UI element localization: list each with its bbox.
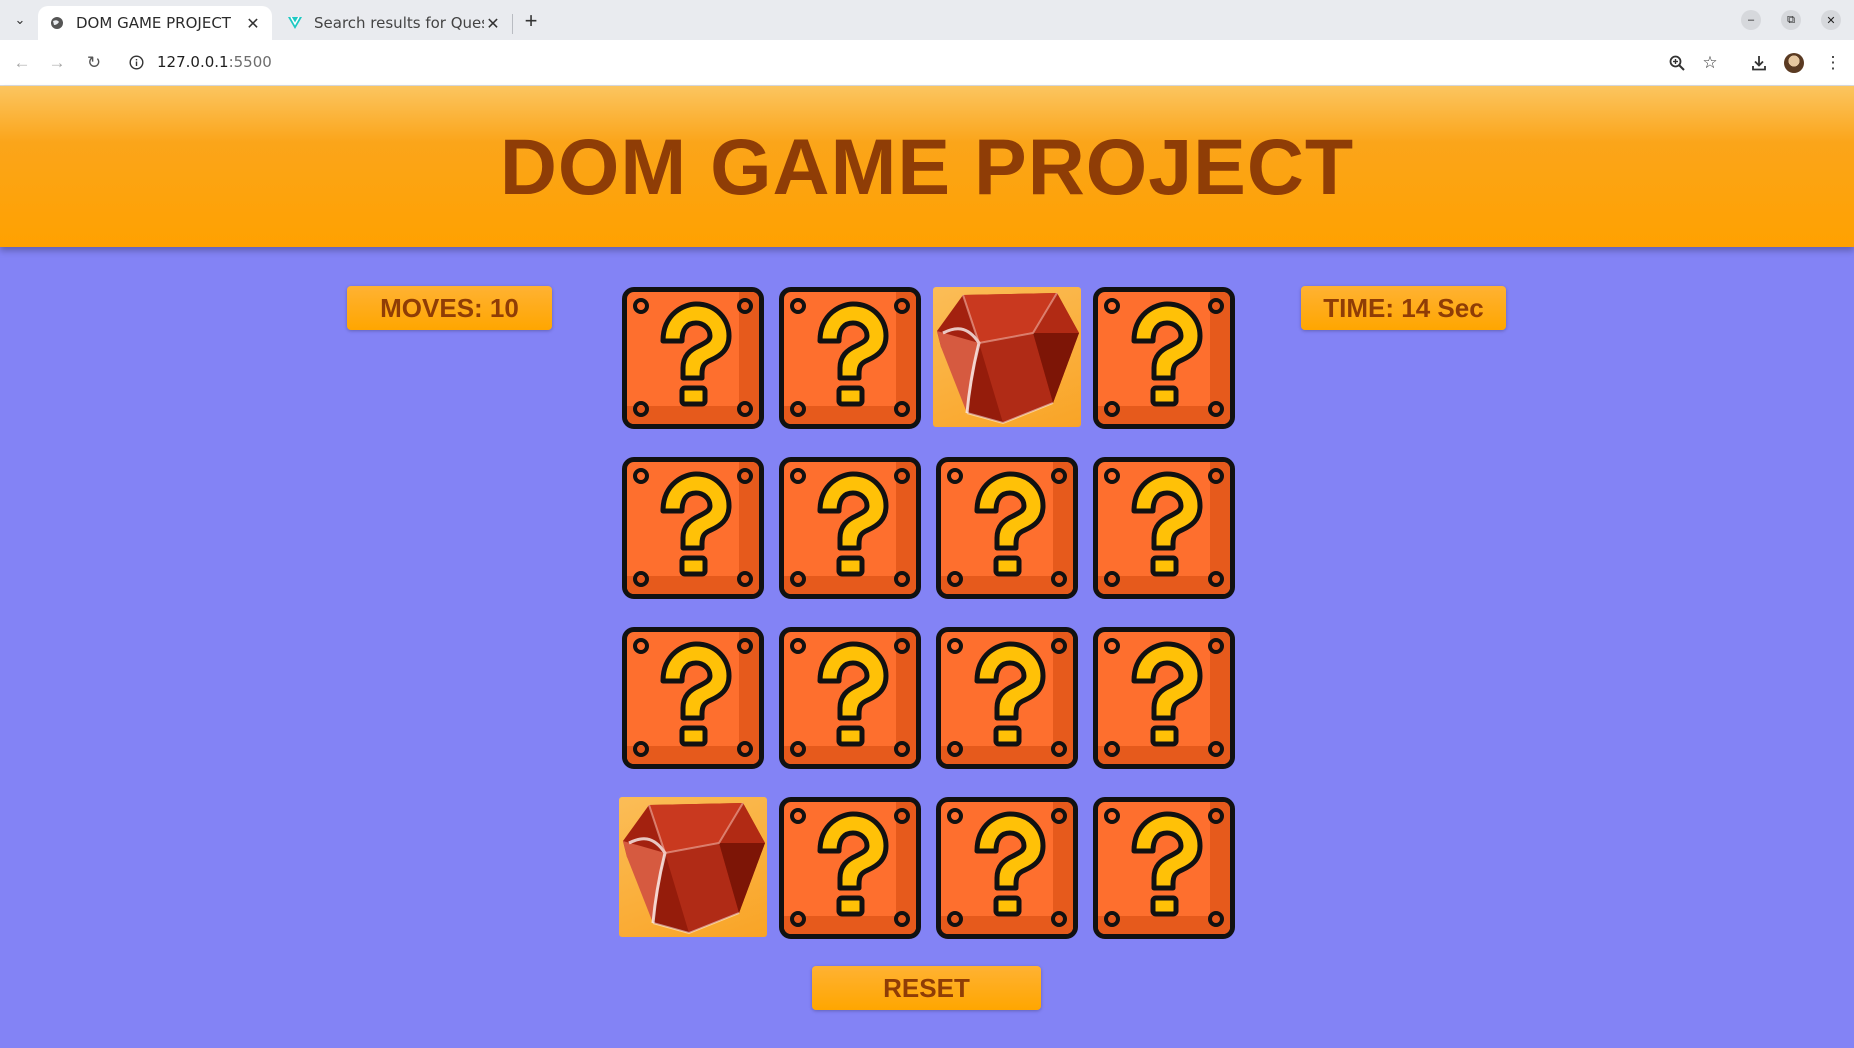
reset-button[interactable]: RESET bbox=[812, 966, 1041, 1010]
time-counter: TIME: 14 Sec bbox=[1301, 286, 1506, 330]
close-tab-icon[interactable]: ✕ bbox=[484, 14, 502, 33]
memory-card-hidden[interactable] bbox=[1093, 457, 1235, 599]
question-block-icon bbox=[1098, 802, 1230, 934]
url-port: :5500 bbox=[228, 53, 272, 71]
memory-card-hidden[interactable] bbox=[1093, 287, 1235, 429]
memory-card-hidden[interactable] bbox=[779, 287, 921, 429]
question-block-icon bbox=[941, 462, 1073, 594]
memory-card-hidden[interactable] bbox=[622, 287, 764, 429]
tab-search-chevron-icon[interactable]: ⌄ bbox=[8, 8, 32, 32]
address-bar[interactable]: 127.0.0.1:5500 bbox=[157, 53, 272, 71]
new-tab-plus-icon[interactable]: + bbox=[518, 8, 544, 34]
browser-menu-icon[interactable]: ⋮ bbox=[1822, 52, 1844, 74]
memory-card-hidden[interactable] bbox=[779, 457, 921, 599]
question-block-icon bbox=[784, 462, 916, 594]
tab-title: Search results for Questi bbox=[314, 14, 484, 32]
restore-window-icon[interactable]: ⧉ bbox=[1781, 10, 1801, 30]
question-block-icon bbox=[1098, 292, 1230, 424]
memory-card-hidden[interactable] bbox=[936, 457, 1078, 599]
memory-card-hidden[interactable] bbox=[622, 627, 764, 769]
question-block-icon bbox=[784, 632, 916, 764]
memory-card-revealed[interactable] bbox=[933, 287, 1081, 427]
question-block-icon bbox=[627, 462, 759, 594]
minimize-window-icon[interactable]: – bbox=[1741, 10, 1761, 30]
forward-arrow-icon[interactable]: → bbox=[46, 52, 68, 74]
ruby-gem-icon bbox=[937, 292, 1079, 425]
zoom-icon[interactable] bbox=[1666, 52, 1688, 74]
question-block-icon bbox=[784, 802, 916, 934]
question-block-icon bbox=[1098, 632, 1230, 764]
page-title: DOM GAME PROJECT bbox=[499, 121, 1355, 211]
question-block-icon bbox=[941, 802, 1073, 934]
tab-divider bbox=[512, 14, 513, 34]
close-tab-icon[interactable]: ✕ bbox=[244, 14, 262, 33]
question-block-icon bbox=[784, 292, 916, 424]
moves-counter: MOVES: 10 bbox=[347, 286, 552, 330]
memory-card-hidden[interactable] bbox=[779, 627, 921, 769]
memory-card-hidden[interactable] bbox=[936, 627, 1078, 769]
question-block-icon bbox=[627, 632, 759, 764]
question-block-icon bbox=[627, 292, 759, 424]
memory-card-hidden[interactable] bbox=[1093, 797, 1235, 939]
tab-title: DOM GAME PROJECT bbox=[76, 14, 231, 32]
memory-card-hidden[interactable] bbox=[936, 797, 1078, 939]
back-arrow-icon[interactable]: ← bbox=[11, 52, 33, 74]
browser-toolbar: ← → ↻ 127.0.0.1:5500 ☆ ⋮ bbox=[0, 40, 1854, 86]
close-window-icon[interactable]: ✕ bbox=[1821, 10, 1841, 30]
tab-search-results[interactable]: Search results for Questi ✕ bbox=[276, 6, 512, 40]
vuetify-icon bbox=[286, 14, 304, 32]
globe-icon bbox=[48, 14, 66, 32]
reload-icon[interactable]: ↻ bbox=[83, 52, 105, 74]
page-header: DOM GAME PROJECT bbox=[0, 86, 1854, 247]
bookmark-star-icon[interactable]: ☆ bbox=[1699, 52, 1721, 74]
memory-card-hidden[interactable] bbox=[622, 457, 764, 599]
download-icon[interactable] bbox=[1748, 52, 1770, 74]
tab-dom-game-project[interactable]: DOM GAME PROJECT ✕ bbox=[38, 6, 272, 40]
question-block-icon bbox=[941, 632, 1073, 764]
profile-avatar[interactable] bbox=[1784, 53, 1804, 73]
site-info-icon[interactable] bbox=[126, 52, 146, 72]
ruby-gem-icon bbox=[623, 802, 765, 935]
memory-card-hidden[interactable] bbox=[1093, 627, 1235, 769]
url-host: 127.0.0.1 bbox=[157, 53, 229, 71]
memory-card-revealed[interactable] bbox=[619, 797, 767, 937]
browser-tab-bar: ⌄ DOM GAME PROJECT ✕ Search results for … bbox=[0, 0, 1854, 40]
memory-card-hidden[interactable] bbox=[779, 797, 921, 939]
question-block-icon bbox=[1098, 462, 1230, 594]
